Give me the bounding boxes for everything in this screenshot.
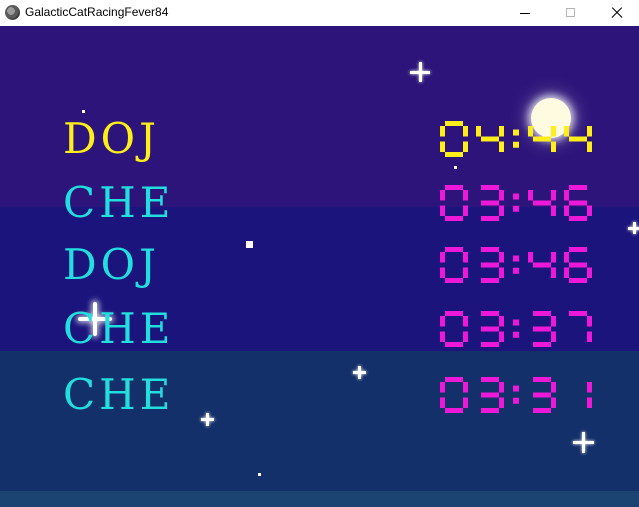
race-time [440,377,592,413]
star-icon [82,110,85,113]
maximize-icon[interactable] [548,0,594,26]
race-time [440,247,592,283]
race-time [440,121,592,157]
close-icon[interactable] [594,0,639,26]
window-title: GalacticCatRacingFever84 [25,5,169,19]
star-icon [258,473,261,476]
leaderboard-row: CHE [0,304,639,354]
title-bar[interactable]: GalacticCatRacingFever84 [0,0,639,26]
star-icon [573,432,594,453]
player-name: DOJ [63,240,160,289]
cat-app-icon [5,5,20,20]
player-name: CHE [63,178,175,227]
sky-band [0,491,639,507]
player-name: DOJ [63,114,160,163]
star-icon [454,166,457,169]
player-name: CHE [63,304,175,353]
player-name: CHE [63,370,175,419]
leaderboard-row: CHE [0,370,639,420]
star-icon [410,62,430,82]
race-time [440,185,592,221]
leaderboard-row: CHE [0,178,639,228]
race-time [440,311,592,347]
game-canvas[interactable]: DOJ CHE DOJ CHE CHE [0,26,639,507]
leaderboard-row: DOJ [0,114,639,164]
minimize-icon[interactable] [502,0,548,26]
leaderboard-row: DOJ [0,240,639,290]
